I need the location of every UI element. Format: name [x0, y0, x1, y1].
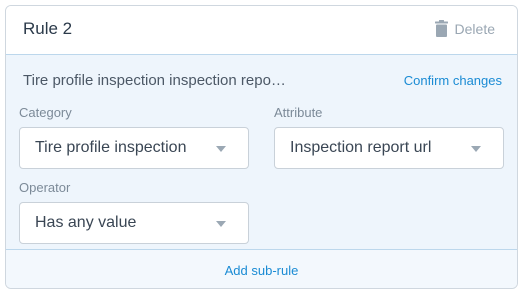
add-subrule-button[interactable]: Add sub-rule	[225, 263, 299, 278]
operator-select[interactable]: Has any value	[19, 202, 249, 244]
attribute-select[interactable]: Inspection report url	[274, 127, 504, 169]
delete-button[interactable]: Delete	[434, 20, 495, 37]
trash-icon	[434, 20, 448, 37]
operator-value: Has any value	[35, 214, 137, 231]
chevron-down-icon	[471, 146, 481, 152]
operator-label: Operator	[19, 180, 71, 195]
delete-label: Delete	[454, 20, 495, 37]
chevron-down-icon	[216, 146, 226, 152]
rule-header: Rule 2 Delete	[6, 6, 517, 55]
confirm-changes-link[interactable]: Confirm changes	[404, 73, 502, 88]
rule-title: Rule 2	[23, 19, 73, 38]
rule-summary: Tire profile inspection inspection repo…	[23, 72, 286, 89]
rule-body: Tire profile inspection inspection repo……	[6, 55, 517, 249]
category-value: Tire profile inspection	[35, 139, 187, 156]
attribute-label: Attribute	[274, 105, 323, 120]
category-select[interactable]: Tire profile inspection	[19, 127, 249, 169]
chevron-down-icon	[216, 221, 226, 227]
category-label: Category	[19, 105, 72, 120]
rule-footer: Add sub-rule	[6, 249, 517, 288]
attribute-value: Inspection report url	[290, 139, 432, 156]
rule-card: Rule 2 Delete Tire profile inspection in…	[5, 5, 518, 289]
